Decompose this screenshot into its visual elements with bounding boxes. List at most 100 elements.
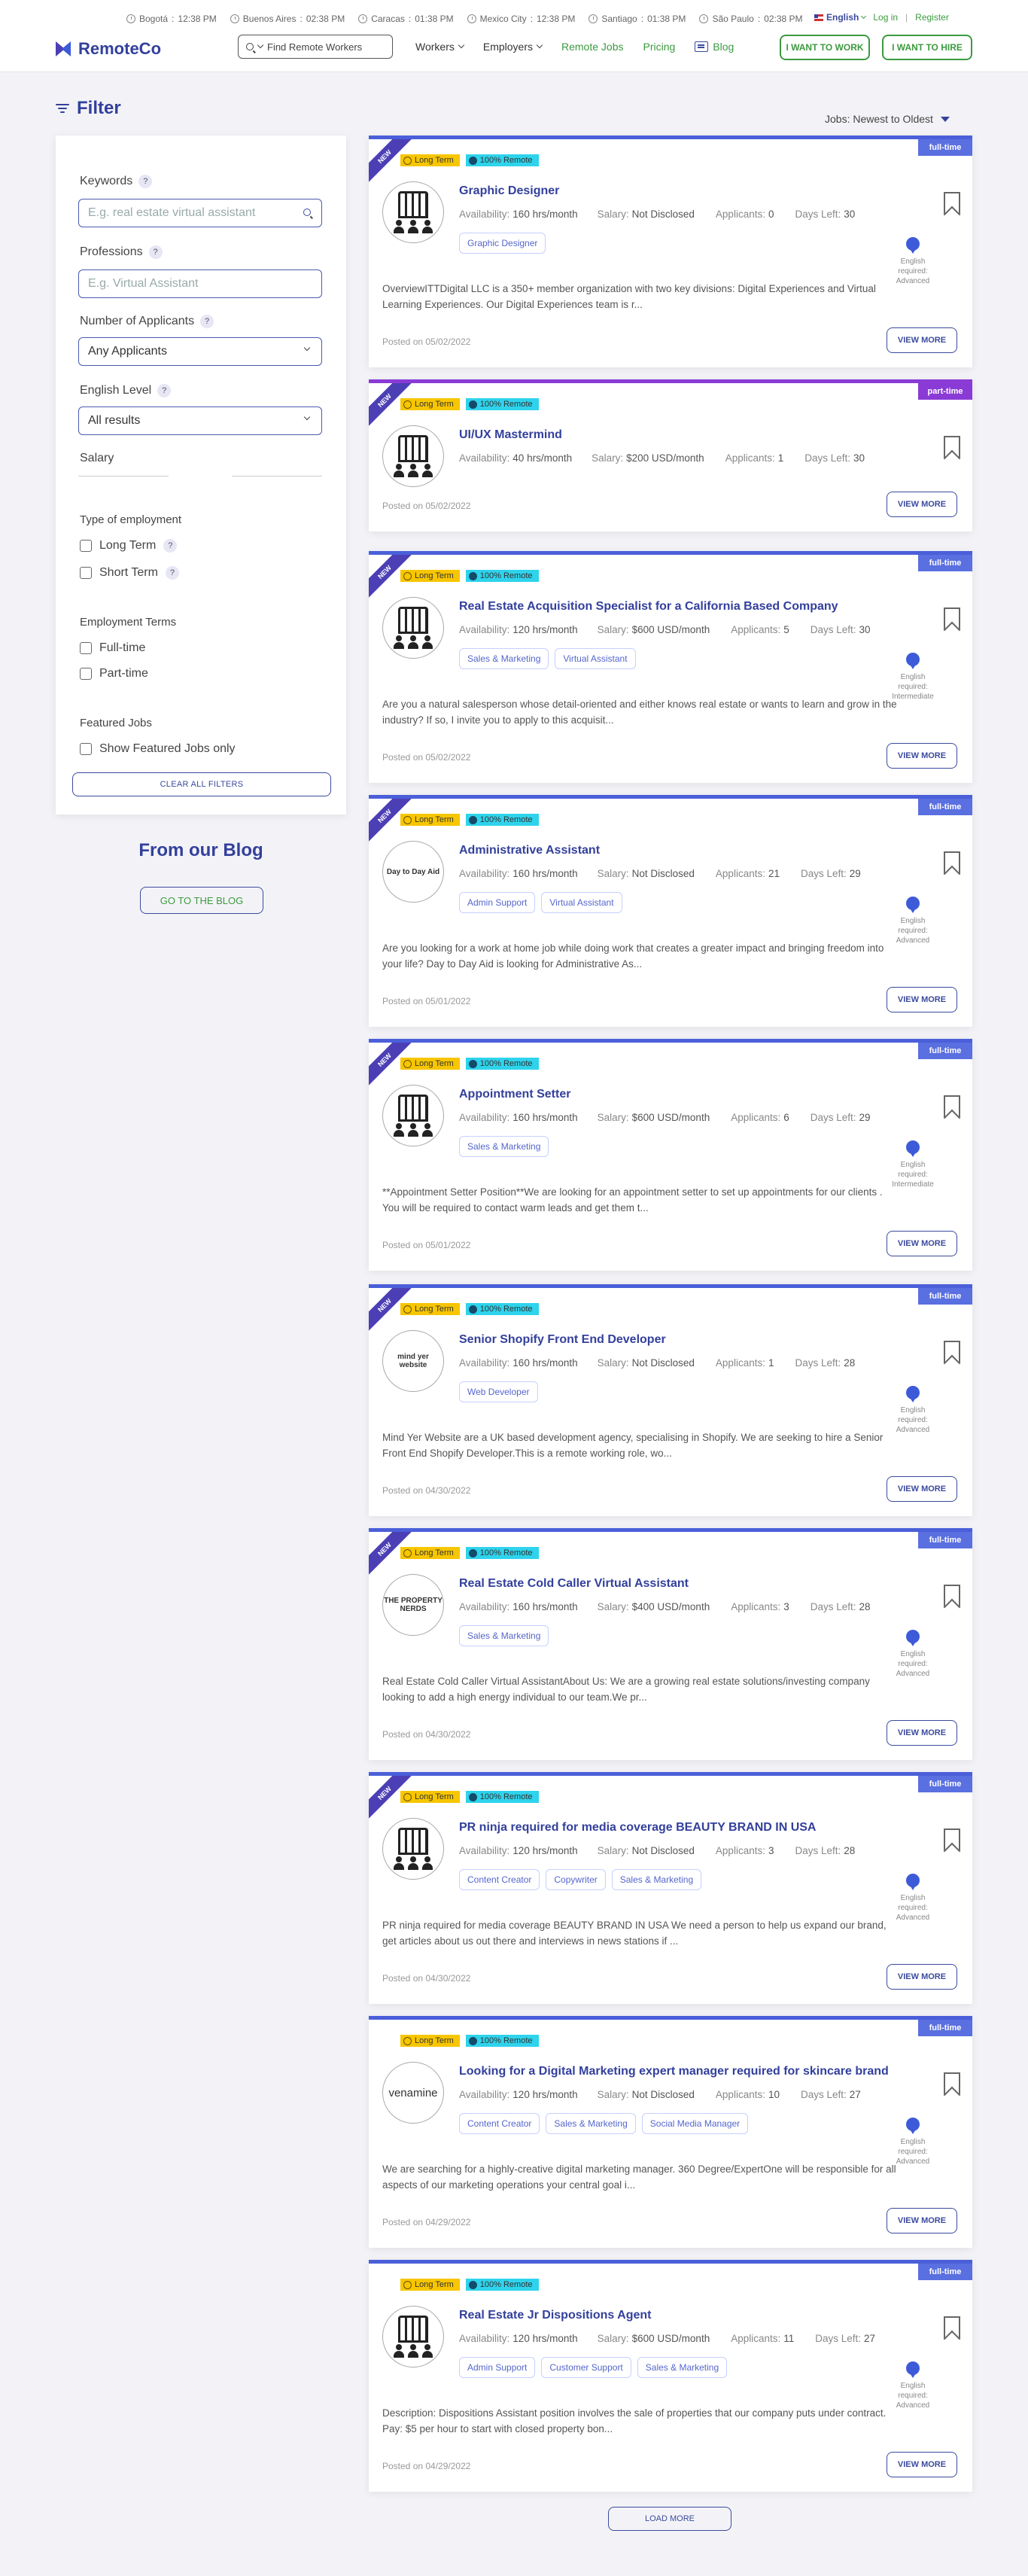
nav-blog[interactable]: Blog [695,41,734,53]
job-title-link[interactable]: Real Estate Acquisition Specialist for a… [459,600,838,614]
nav-workers[interactable]: Workers [415,41,465,53]
profession-tag[interactable]: Sales & Marketing [459,1625,549,1646]
keywords-input[interactable]: E.g. real estate virtual assistant [78,199,322,227]
help-icon[interactable]: ? [165,566,179,580]
bookmark-icon[interactable] [944,851,960,874]
find-workers-search[interactable]: Find Remote Workers [238,35,393,59]
job-title-link[interactable]: Looking for a Digital Marketing expert m… [459,2065,889,2078]
load-more-button[interactable]: LOAD MORE [608,2507,731,2531]
bookmark-icon[interactable] [944,2072,960,2095]
job-title-link[interactable]: Graphic Designer [459,184,559,198]
want-to-work-button[interactable]: I WANT TO WORK [780,35,870,60]
profession-tag[interactable]: Admin Support [459,2357,536,2378]
company-logo[interactable] [382,597,444,659]
sort-dropdown[interactable]: Jobs: Newest to Oldest [825,113,950,125]
bookmark-icon[interactable] [944,1095,960,1118]
company-logo[interactable]: mind yer website [382,1330,444,1392]
availability-value: 120 hrs/month [512,2333,578,2344]
nav-remote-jobs[interactable]: Remote Jobs [561,41,623,53]
company-logo[interactable] [382,1818,444,1880]
salary-max-input[interactable] [232,476,322,477]
remoteco-logo[interactable]: RemoteCo [56,39,161,59]
professions-input[interactable]: E.g. Virtual Assistant [78,269,322,298]
view-more-button[interactable]: VIEW MORE [887,1476,957,1502]
checkbox[interactable] [80,743,92,755]
profession-tag[interactable]: Sales & Marketing [637,2357,728,2378]
bookmark-icon[interactable] [944,1341,960,1363]
help-icon[interactable]: ? [148,245,163,259]
bookmark-icon[interactable] [944,1585,960,1607]
help-icon[interactable]: ? [163,539,178,553]
job-title-link[interactable]: Senior Shopify Front End Developer [459,1333,666,1347]
profession-tag[interactable]: Web Developer [459,1381,538,1402]
company-logo[interactable]: THE PROPERTY NERDS [382,1574,444,1636]
job-title-link[interactable]: UI/UX Mastermind [459,428,562,442]
help-icon[interactable]: ? [157,384,172,397]
view-more-button[interactable]: VIEW MORE [887,987,957,1012]
nav-pricing[interactable]: Pricing [643,41,675,53]
clear-filters-button[interactable]: CLEAR ALL FILTERS [72,772,331,796]
view-more-button[interactable]: VIEW MORE [887,743,957,769]
company-logo[interactable] [382,1085,444,1146]
days-left-label: Days Left: [810,1112,856,1123]
profession-tag[interactable]: Virtual Assistant [541,892,622,913]
profession-tag[interactable]: Copywriter [546,1869,606,1890]
part-time-checkbox[interactable]: Part-time [80,667,148,681]
long-term-checkbox[interactable]: Long Term? [80,539,178,553]
english-select[interactable]: All results [78,406,322,435]
profession-tag[interactable]: Customer Support [541,2357,631,2378]
company-logo[interactable] [382,181,444,243]
view-more-button[interactable]: VIEW MORE [887,1964,957,1990]
checkbox[interactable] [80,668,92,680]
job-meta: Availability: 120 hrs/month Salary: $600 US… [459,2333,896,2344]
go-to-blog-button[interactable]: GO TO THE BLOG [140,887,263,914]
bookmark-icon[interactable] [944,436,960,458]
company-logo[interactable]: venamine [382,2062,444,2124]
bookmark-icon[interactable] [944,192,960,215]
checkbox[interactable] [80,567,92,579]
short-term-checkbox[interactable]: Short Term? [80,566,179,580]
view-more-button[interactable]: VIEW MORE [887,1720,957,1746]
remote-text: 100% Remote [479,2036,533,2045]
profession-tag[interactable]: Content Creator [459,2113,540,2134]
company-logo[interactable] [382,425,444,487]
profession-tag[interactable]: Virtual Assistant [555,648,636,669]
want-to-hire-button[interactable]: I WANT TO HIRE [882,35,972,60]
job-title-link[interactable]: Real Estate Cold Caller Virtual Assistan… [459,1577,689,1591]
register-link[interactable]: Register [915,12,949,23]
profession-tag[interactable]: Sales & Marketing [459,648,549,669]
language-selector[interactable]: English [814,12,867,23]
help-icon[interactable]: ? [138,175,153,188]
view-more-button[interactable]: VIEW MORE [887,2208,957,2233]
company-logo[interactable] [382,2306,444,2367]
profession-tag[interactable]: Social Media Manager [641,2113,749,2134]
profession-tag[interactable]: Sales & Marketing [611,1869,702,1890]
profession-tag[interactable]: Admin Support [459,892,536,913]
bookmark-icon[interactable] [944,1828,960,1851]
checkbox[interactable] [80,540,92,552]
full-time-checkbox[interactable]: Full-time [80,641,145,655]
profession-tag[interactable]: Graphic Designer [459,233,546,254]
bookmark-icon[interactable] [944,2316,960,2339]
view-more-button[interactable]: VIEW MORE [887,2452,957,2477]
company-logo[interactable]: Day to Day Aid [382,841,444,903]
profession-tag[interactable]: Sales & Marketing [546,2113,636,2134]
job-title-link[interactable]: Appointment Setter [459,1088,570,1101]
profession-tag[interactable]: Sales & Marketing [459,1136,549,1157]
view-more-button[interactable]: VIEW MORE [887,327,957,353]
profession-tag[interactable]: Content Creator [459,1869,540,1890]
long-term-badge: Long Term [400,2279,460,2291]
job-title-link[interactable]: Administrative Assistant [459,844,600,857]
nav-employers[interactable]: Employers [483,41,543,53]
salary-min-input[interactable] [78,476,169,477]
job-title-link[interactable]: Real Estate Jr Dispositions Agent [459,2309,651,2322]
view-more-button[interactable]: VIEW MORE [887,492,957,517]
login-link[interactable]: Log in [873,12,898,23]
help-icon[interactable]: ? [200,315,214,328]
bookmark-icon[interactable] [944,607,960,630]
featured-only-checkbox[interactable]: Show Featured Jobs only [80,742,236,756]
view-more-button[interactable]: VIEW MORE [887,1231,957,1256]
applicants-select[interactable]: Any Applicants [78,337,322,366]
job-title-link[interactable]: PR ninja required for media coverage BEA… [459,1821,816,1835]
checkbox[interactable] [80,642,92,654]
